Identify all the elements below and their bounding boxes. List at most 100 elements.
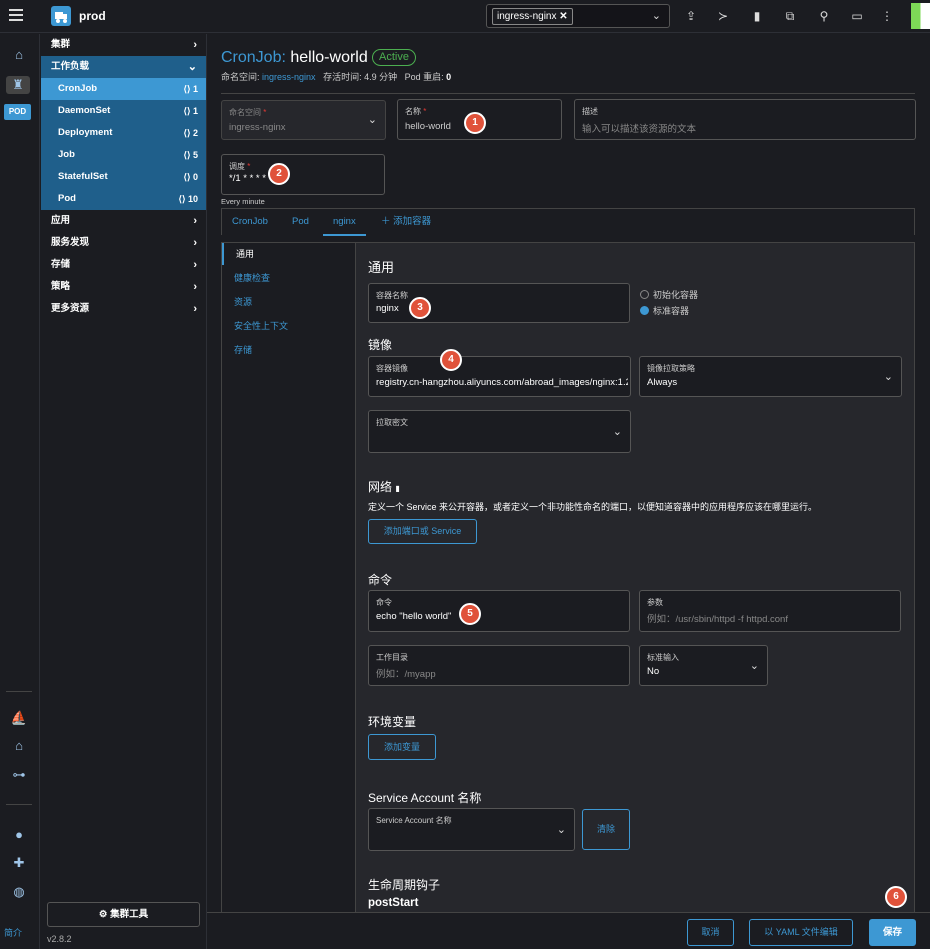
command-field[interactable]: 命令 echo "hello world" bbox=[368, 590, 630, 632]
avatar[interactable] bbox=[911, 3, 930, 29]
namespace-chip[interactable]: ingress-nginx ✕ bbox=[492, 8, 573, 25]
tab-nginx[interactable]: nginx bbox=[323, 209, 366, 236]
chevron-down-icon: ⌄ bbox=[883, 370, 893, 383]
chevron-down-icon: ⌄ bbox=[187, 61, 197, 73]
more-icon[interactable]: ⋮ bbox=[880, 9, 894, 23]
menu-icon[interactable] bbox=[9, 9, 23, 23]
info-icon: ▮ bbox=[395, 484, 400, 493]
divider bbox=[6, 691, 32, 692]
container-image-field[interactable]: 容器镜像 registry.cn-hangzhou.aliyuncs.com/a… bbox=[368, 356, 631, 397]
home-icon[interactable]: ⌂ bbox=[9, 46, 29, 64]
house-gear-icon[interactable]: ⌂ bbox=[9, 737, 29, 755]
tab-general[interactable]: 通用 bbox=[222, 243, 355, 265]
schedule-field[interactable]: 调度 * */1 * * * * bbox=[221, 154, 385, 195]
post-start-label: postStart bbox=[368, 897, 419, 909]
section-title-image: 镜像 bbox=[368, 338, 393, 352]
service-account-select[interactable]: Service Account 名称 ⌄ bbox=[368, 808, 575, 851]
sidebar-item-daemonset[interactable]: DaemonSet ⟨⟩ 1 bbox=[41, 100, 206, 122]
namespace-chip-label: ingress-nginx bbox=[497, 11, 557, 22]
close-icon[interactable]: ✕ bbox=[559, 11, 567, 22]
add-port-button[interactable]: 添加端口或 Service bbox=[368, 519, 477, 544]
divider bbox=[221, 93, 915, 94]
add-variable-button[interactable]: 添加变量 bbox=[368, 734, 436, 760]
sidebar-item-cronjob[interactable]: CronJob ⟨⟩ 1 bbox=[41, 78, 206, 100]
version-label: v2.8.2 bbox=[47, 934, 72, 944]
cluster-icon[interactable]: ♜ bbox=[6, 76, 30, 94]
namespace-filter[interactable]: ingress-nginx ✕ ⌄ bbox=[486, 4, 670, 28]
sidebar-group-policy[interactable]: 策略 › bbox=[41, 276, 206, 298]
step-marker-1: 1 bbox=[464, 112, 486, 134]
chevron-down-icon: ⌄ bbox=[556, 823, 566, 836]
edit-as-yaml-button[interactable]: 以 YAML 文件编辑 bbox=[749, 919, 853, 946]
globe-icon[interactable]: ◍ bbox=[9, 883, 29, 901]
section-title-network: 网络 ▮ bbox=[368, 480, 400, 494]
sidebar-group-apps[interactable]: 应用 › bbox=[41, 210, 206, 232]
resource-kind-link[interactable]: CronJob: bbox=[221, 49, 286, 66]
tab-storage[interactable]: 存储 bbox=[222, 339, 355, 361]
intro-link[interactable]: 简介 bbox=[4, 926, 22, 939]
pull-policy-select[interactable]: 镜像拉取策略 Always ⌄ bbox=[639, 356, 902, 397]
radio-init-container[interactable]: 初始化容器 bbox=[640, 288, 698, 301]
radio-standard-container[interactable]: 标准容器 bbox=[640, 304, 689, 317]
container-tabs: CronJob Pod nginx ＋ 添加容器 bbox=[221, 208, 915, 236]
chevron-down-icon: ⌄ bbox=[367, 114, 377, 126]
sidebar-group-workloads[interactable]: 工作负载 ⌄ bbox=[41, 56, 206, 78]
tab-pod[interactable]: Pod bbox=[292, 209, 309, 236]
namespace-select: 命名空间 * ingress-nginx ⌄ bbox=[221, 100, 386, 140]
plus-icon: ＋ bbox=[381, 216, 391, 227]
puzzle-icon[interactable]: ✚ bbox=[9, 854, 29, 872]
step-marker-6: 6 bbox=[885, 886, 907, 908]
clear-button[interactable]: 清除 bbox=[582, 809, 630, 850]
user-icon[interactable]: ● bbox=[9, 826, 29, 844]
search-icon[interactable]: ⚲ bbox=[817, 9, 831, 23]
sidebar-group-storage[interactable]: 存储 › bbox=[41, 254, 206, 276]
save-button[interactable]: 保存 bbox=[869, 919, 916, 946]
fleet-icon[interactable]: ⛵ bbox=[9, 709, 29, 727]
chevron-right-icon: › bbox=[193, 303, 197, 315]
workdir-field[interactable]: 工作目录 例如：/myapp bbox=[368, 645, 630, 686]
sidebar-item-job[interactable]: Job ⟨⟩ 5 bbox=[41, 144, 206, 166]
chevron-right-icon: › bbox=[193, 39, 197, 51]
network-icon[interactable]: ⊶ bbox=[9, 766, 29, 784]
section-title-general: 通用 bbox=[368, 260, 395, 275]
resource-meta: 命名空间: ingress-nginx 存活时间: 4.9 分钟 Pod 重启:… bbox=[221, 72, 452, 82]
sidebar-item-deployment[interactable]: Deployment ⟨⟩ 2 bbox=[41, 122, 206, 144]
network-description: 定义一个 Service 来公开容器，或者定义一个非功能性命名的端口，以便知道容… bbox=[368, 502, 818, 512]
tab-cronjob[interactable]: CronJob bbox=[232, 209, 268, 236]
tab-add-container[interactable]: ＋ 添加容器 bbox=[381, 209, 431, 236]
tab-resources[interactable]: 资源 bbox=[222, 291, 355, 313]
container-name-field[interactable]: 容器名称 nginx bbox=[368, 283, 630, 323]
book-icon[interactable]: ▭ bbox=[850, 9, 864, 23]
action-footer: 取消 以 YAML 文件编辑 保存 bbox=[207, 912, 930, 949]
stdin-select[interactable]: 标准输入 No ⌄ bbox=[639, 645, 768, 686]
schedule-hint: Every minute bbox=[221, 197, 265, 206]
tab-security-context[interactable]: 安全性上下文 bbox=[222, 315, 355, 337]
pod-badge[interactable]: POD bbox=[4, 104, 31, 120]
upload-icon[interactable]: ⇪ bbox=[684, 9, 698, 23]
sidebar-item-pod[interactable]: Pod ⟨⟩ 10 bbox=[41, 188, 206, 210]
tab-health-check[interactable]: 健康检查 bbox=[222, 267, 355, 289]
cluster-name: prod bbox=[79, 9, 106, 23]
sidebar-group-more[interactable]: 更多资源 › bbox=[41, 298, 206, 320]
section-title-service-account: Service Account 名称 bbox=[368, 791, 482, 805]
chevron-down-icon[interactable]: ⌄ bbox=[652, 9, 661, 22]
namespace-link[interactable]: ingress-nginx bbox=[262, 72, 316, 82]
left-rail: ⌂ ♜ POD ⛵ ⌂ ⊶ ● ✚ ◍ 简介 bbox=[0, 34, 40, 949]
cancel-button[interactable]: 取消 bbox=[687, 919, 734, 946]
step-marker-2: 2 bbox=[268, 163, 290, 185]
copy-icon[interactable]: ⧉ bbox=[783, 9, 797, 23]
terminal-icon[interactable]: ≻ bbox=[716, 9, 730, 23]
cluster-tools-button[interactable]: ⚙ 集群工具 bbox=[47, 902, 200, 927]
step-marker-4: 4 bbox=[440, 349, 462, 371]
description-field[interactable]: 描述 输入可以描述该资源的文本 bbox=[574, 99, 916, 140]
sidebar-group-cluster[interactable]: 集群 › bbox=[41, 34, 206, 56]
status-badge: Active bbox=[372, 49, 416, 66]
pull-secret-select[interactable]: 拉取密文 ⌄ bbox=[368, 410, 631, 453]
sidebar-group-service-discovery[interactable]: 服务发现 › bbox=[41, 232, 206, 254]
general-panel: 通用 容器名称 nginx 初始化容器 标准容器 镜像 容器镜像 registr… bbox=[355, 242, 915, 949]
section-title-env: 环境变量 bbox=[368, 715, 417, 729]
args-field[interactable]: 参数 例如：/usr/sbin/httpd -f httpd.conf bbox=[639, 590, 901, 632]
page-title: CronJob: hello-world bbox=[221, 49, 368, 66]
file-icon[interactable]: ▮ bbox=[750, 9, 764, 23]
sidebar-item-statefulset[interactable]: StatefulSet ⟨⟩ 0 bbox=[41, 166, 206, 188]
